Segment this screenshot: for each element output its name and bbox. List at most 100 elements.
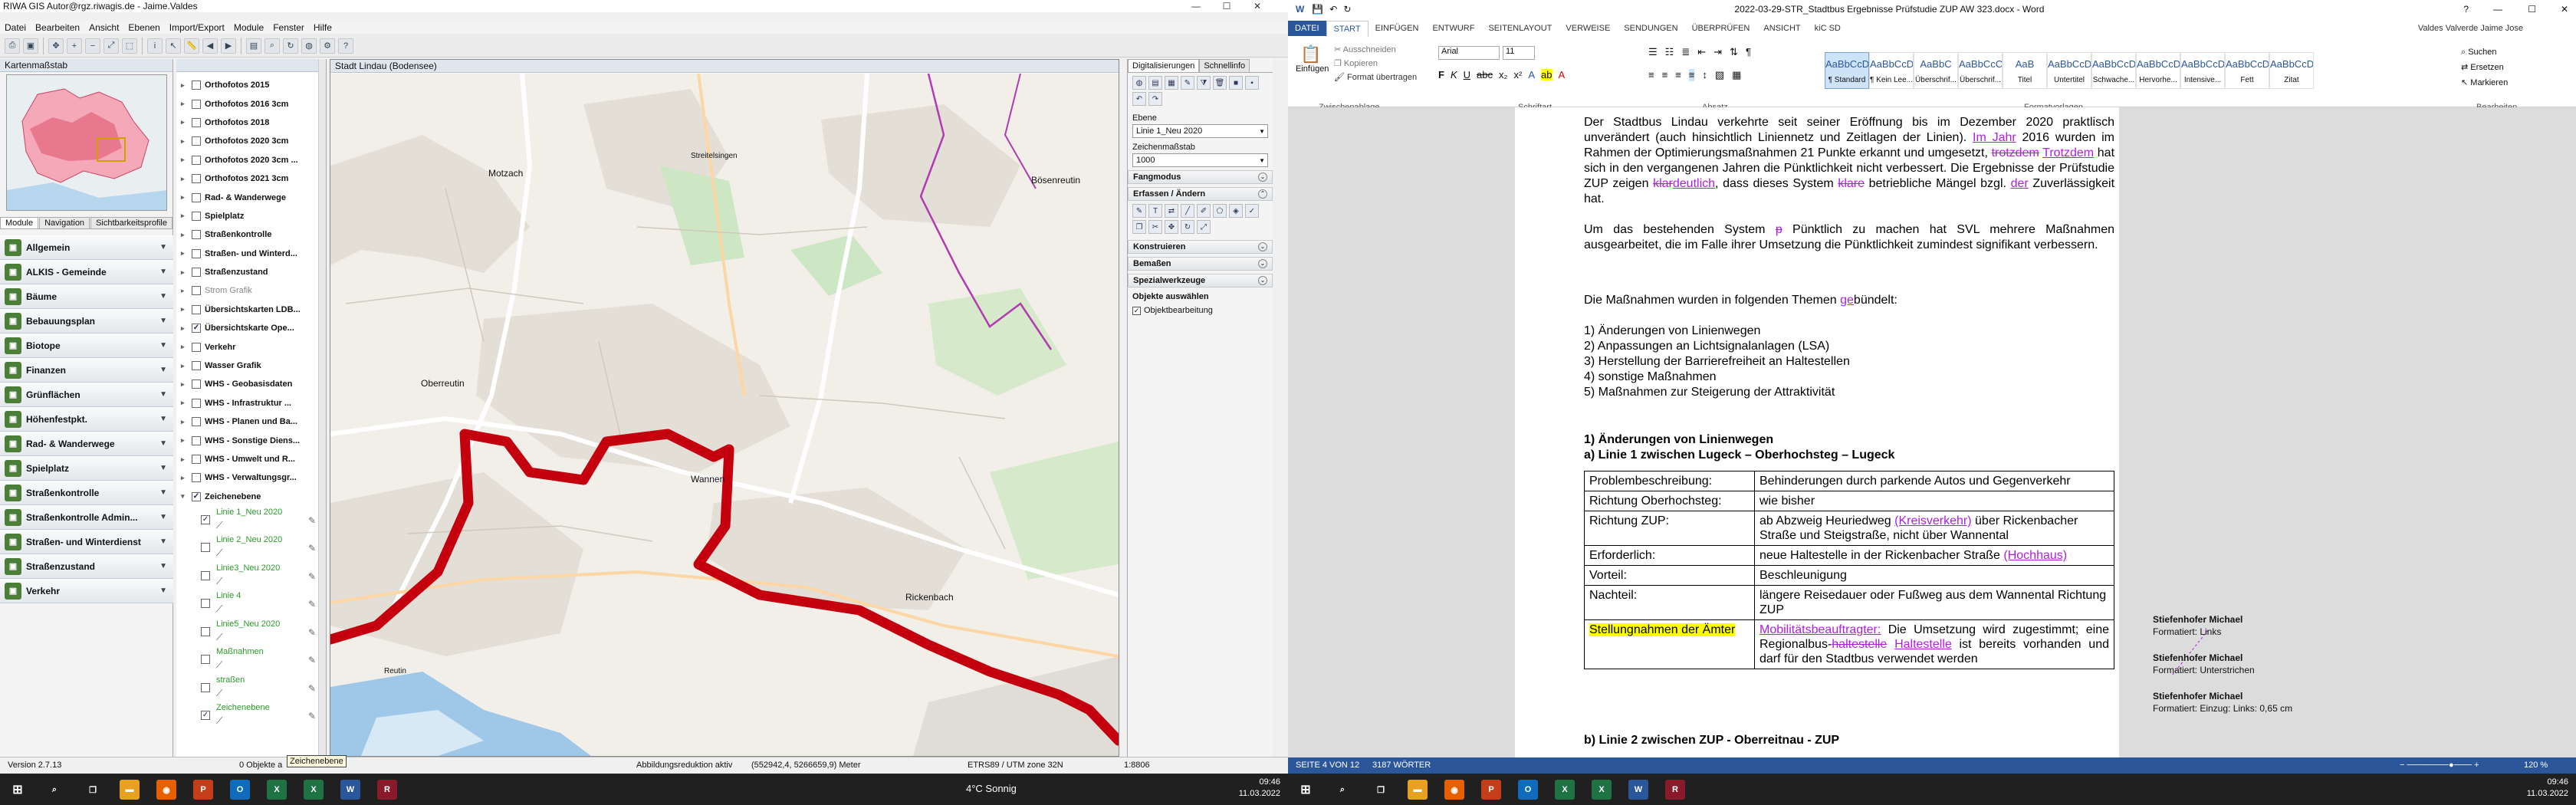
multilevel-icon[interactable]: ≣ (1681, 46, 1690, 58)
edit-pen-icon[interactable]: ✎ (308, 683, 316, 694)
sublayer-item[interactable]: Linie 4 ⟋ ✎ (176, 590, 319, 618)
excel-icon[interactable]: X (1555, 780, 1575, 800)
expand-icon[interactable]: ▸ (181, 268, 189, 277)
layer-checkbox[interactable] (192, 268, 201, 278)
style-item[interactable]: AaBbCcDc Fett (2225, 52, 2269, 89)
style-item[interactable]: AaBbCcDc Intensive... (2180, 52, 2225, 89)
layer-checkbox[interactable] (192, 99, 201, 109)
undo-icon[interactable]: ↶ (1329, 4, 1337, 15)
expand-icon[interactable]: ▸ (181, 231, 189, 239)
layer-checkbox[interactable] (192, 435, 201, 445)
layer-item[interactable]: ▸ Verkehr (176, 337, 319, 356)
layer-checkbox[interactable] (192, 286, 201, 296)
comment[interactable]: Stiefenhofer Michael Formatiert: Links (2153, 613, 2383, 638)
move-icon[interactable]: ✥ (1165, 220, 1178, 234)
justify-icon[interactable]: ≡ (1688, 69, 1695, 81)
sublayer-item[interactable]: Linie3_Neu 2020 ⟋ ✎ (176, 562, 319, 590)
layer-item[interactable]: ▸ Straßenzustand (176, 263, 319, 281)
replace-button[interactable]: ⇄ Ersetzen (2461, 60, 2508, 75)
globe-icon[interactable]: ◍ (1132, 76, 1146, 90)
ebene-select[interactable]: Linie 1_Neu 2020 ▼ (1132, 124, 1268, 138)
excel-icon[interactable]: X (267, 780, 287, 800)
select-icon[interactable]: ↖ (166, 38, 181, 54)
comment[interactable]: Stiefenhofer Michael Formatiert: Unterstr… (2153, 652, 2383, 676)
windows-start-icon[interactable]: ⊞ (8, 780, 28, 800)
zoom-level[interactable]: 120 % (2524, 761, 2548, 770)
shading-icon[interactable]: ▧ (1715, 69, 1724, 81)
save-icon[interactable]: 💾 (1312, 4, 1323, 15)
excel2-icon[interactable]: X (1592, 780, 1612, 800)
layer-checkbox[interactable] (192, 380, 201, 389)
module-item[interactable]: ▣ Grünflächen ▼ (0, 383, 173, 407)
edit-pen-icon[interactable]: ✎ (308, 571, 316, 582)
objektbearbeitung-row[interactable]: ✓ Objektbearbeitung (1132, 306, 1268, 315)
tab-module[interactable]: Module (0, 217, 39, 228)
style-item[interactable]: AaBbCcDc ¶ Kein Lee... (1869, 52, 1914, 89)
cut-button[interactable]: ✂ Ausschneiden (1334, 43, 1417, 57)
expand-icon[interactable]: ▸ (181, 436, 189, 445)
sublayer-checkbox[interactable]: ✓ (201, 711, 210, 721)
scale-icon[interactable]: ⤢ (1197, 220, 1211, 234)
menu-import-export[interactable]: Import/Export (165, 22, 229, 33)
node-icon[interactable]: ◈ (1229, 204, 1243, 218)
delete-icon[interactable]: 🗑 (1213, 76, 1227, 90)
sublayer-checkbox[interactable] (201, 543, 210, 553)
tab-einfuegen[interactable]: EINFÜGEN (1368, 21, 1426, 36)
superscript-button[interactable]: x² (1514, 69, 1523, 80)
layer-item[interactable]: ▸ WHS - Geobasisdaten (176, 375, 319, 393)
expand-icon[interactable]: ▸ (181, 305, 189, 314)
sublayer-item[interactable]: ✓ Zeichenebene ⟋ ✎ (176, 702, 319, 730)
layer-item[interactable]: ▸ WHS - Planen und Ba... (176, 412, 319, 431)
sublayer-checkbox[interactable] (201, 626, 210, 636)
sort-icon[interactable]: ⇅ (1730, 46, 1738, 58)
layer-icon[interactable]: ▤ (246, 38, 261, 54)
sublayer-item[interactable]: Linie5_Neu 2020 ⟋ ✎ (176, 618, 319, 646)
edit-pen-icon[interactable]: ✎ (308, 655, 316, 665)
section-bemassen[interactable]: Bemaßen ⌄ (1128, 257, 1273, 271)
help-icon[interactable]: ? (338, 38, 353, 54)
edit-pen-icon[interactable]: ✎ (308, 543, 316, 554)
sublayer-item[interactable]: Linie 2_Neu 2020 ⟋ ✎ (176, 534, 319, 562)
pan-icon[interactable]: ✥ (48, 38, 64, 54)
powerpoint-icon[interactable]: P (193, 780, 213, 800)
font-size-select[interactable]: 11 (1503, 46, 1535, 60)
word-icon[interactable]: W (340, 780, 360, 800)
expand-icon[interactable]: ▸ (181, 137, 189, 146)
layer-checkbox[interactable] (192, 361, 201, 371)
underline-button[interactable]: U (1464, 69, 1470, 80)
menu-ansicht[interactable]: Ansicht (84, 22, 123, 33)
section-konstruieren[interactable]: Konstruieren ⌄ (1128, 240, 1273, 254)
layer-checkbox[interactable] (192, 304, 201, 314)
line-spacing-icon[interactable]: ↕ (1702, 69, 1707, 81)
layer-checkbox[interactable] (192, 136, 201, 146)
undo-icon[interactable]: ↶ (1132, 92, 1146, 106)
polygon-icon[interactable]: ⬠ (1213, 204, 1227, 218)
clock[interactable]: 09:46 11.03.2022 (2527, 777, 2568, 800)
expand-icon[interactable]: ▸ (181, 287, 189, 295)
layer-item[interactable]: ▾ ✓ Zeichenebene (176, 488, 319, 506)
layer-item[interactable]: ▸ Strom Grafik (176, 281, 319, 300)
user-name[interactable]: Valdes Valverde Jaime Jose (2411, 21, 2530, 36)
layer-checkbox[interactable] (192, 192, 201, 202)
layer-checkbox[interactable] (192, 473, 201, 483)
module-item[interactable]: ▣ Finanzen ▼ (0, 358, 173, 383)
section-erfassen[interactable]: Erfassen / Ändern ⌃ (1128, 187, 1273, 201)
style-item[interactable]: AaBbCcDc Zitat (2269, 52, 2314, 89)
zoom-extent-icon[interactable]: ⤢ (104, 38, 119, 54)
explorer-icon[interactable]: ▬ (120, 780, 140, 800)
module-item[interactable]: ▣ Straßenkontrolle ▼ (0, 481, 173, 505)
edit-pen-icon[interactable]: ✎ (308, 711, 316, 721)
layer-item[interactable]: ▸ Orthofotos 2020 3cm (176, 132, 319, 150)
tab-ansicht[interactable]: ANSICHT (1756, 21, 1807, 36)
align-right-icon[interactable]: ≡ (1675, 69, 1681, 81)
layer-item[interactable]: ▸ Wasser Grafik (176, 356, 319, 375)
font-select[interactable]: Arial (1438, 46, 1500, 60)
redo-icon[interactable]: ↷ (1148, 92, 1162, 106)
forward-icon[interactable]: ▶ (221, 38, 236, 54)
zeichenmassstab-select[interactable]: 1000 ▼ (1132, 153, 1268, 167)
riwa-gis-icon[interactable]: R (377, 780, 397, 800)
measure-icon[interactable]: 📏 (184, 38, 199, 54)
excel2-icon[interactable]: X (304, 780, 324, 800)
bold-button[interactable]: F (1438, 69, 1444, 80)
expand-icon[interactable]: ▾ (181, 492, 189, 501)
